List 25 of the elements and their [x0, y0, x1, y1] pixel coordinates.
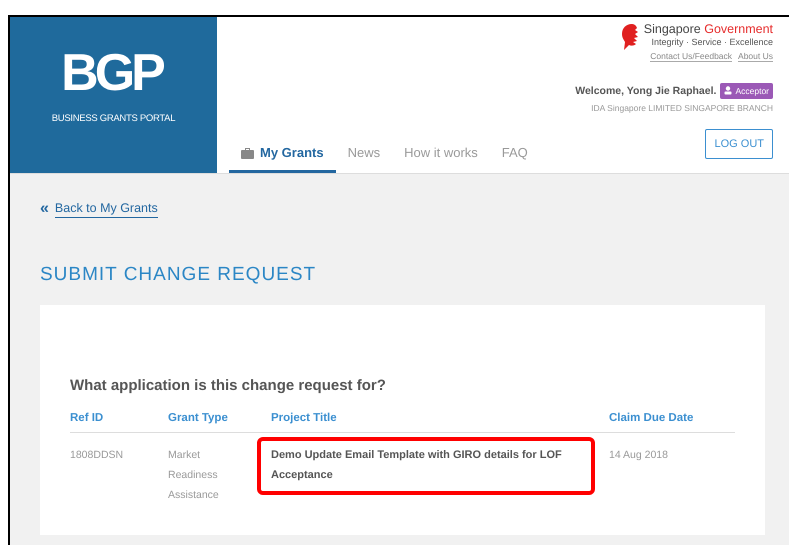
government-name: Singapore Government [644, 23, 773, 37]
column-header: Ref ID [70, 406, 168, 432]
nav-tab[interactable]: My Grants [229, 145, 336, 173]
double-chevron-icon: « [40, 201, 49, 217]
header-link[interactable]: Contact Us/Feedback [650, 50, 732, 62]
government-motto: Integrity · Service · Excellence [651, 36, 773, 47]
company-name: IDA Singapore LIMITED SINGAPORE BRANCH [591, 102, 773, 113]
column-header: Claim Due Date [609, 406, 735, 432]
column-header: Project Title [271, 406, 609, 432]
nav-tab[interactable]: FAQ [490, 145, 540, 173]
header-link[interactable]: About Us [738, 50, 773, 62]
logo-mark: BGP [61, 47, 164, 99]
page-title: SUBMIT CHANGE REQUEST [40, 264, 318, 286]
portal-name: BUSINESS GRANTS PORTAL [52, 113, 176, 124]
nav-tab[interactable]: News [336, 145, 392, 173]
table-cell: 1808DDSN [70, 449, 124, 461]
back-link[interactable]: « Back to My Grants [40, 200, 158, 218]
question-heading: What application is this change request for? [70, 377, 387, 394]
nav-tab[interactable]: How it works [392, 145, 490, 173]
role-badge: Acceptor [720, 82, 773, 99]
table-cell: Market Readiness Assistance [168, 449, 219, 501]
welcome-text: Welcome, Yong Jie Raphael. [575, 84, 716, 97]
table-cell: 14 Aug 2018 [609, 449, 668, 461]
logout-button[interactable]: LOG OUT [705, 128, 773, 159]
column-header: Grant Type [168, 406, 271, 432]
